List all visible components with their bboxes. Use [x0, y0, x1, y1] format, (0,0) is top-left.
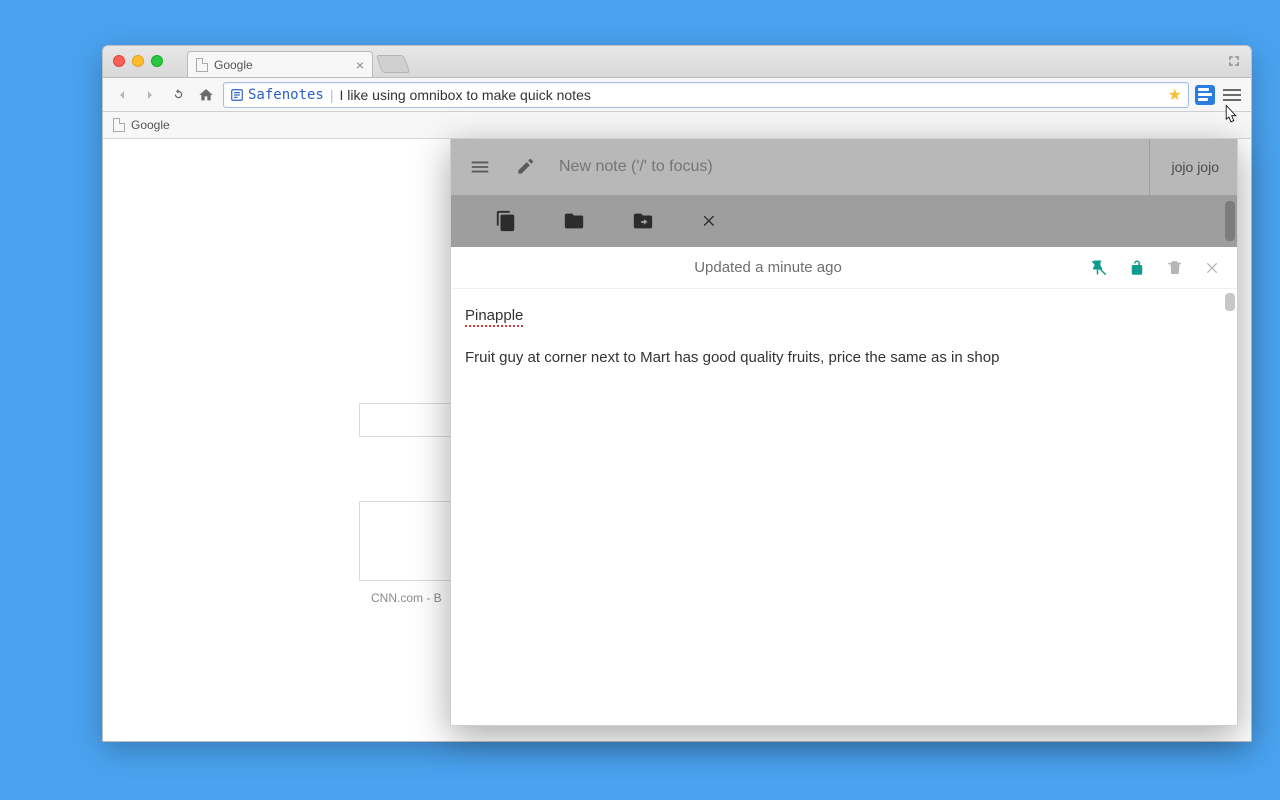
- menu-icon[interactable]: [469, 156, 491, 178]
- window-controls: [113, 55, 163, 67]
- browser-toolbar: Safenotes | I like using omnibox to make…: [103, 78, 1251, 112]
- thumbnail-caption: CNN.com - B: [371, 591, 442, 605]
- fullscreen-icon[interactable]: [1227, 54, 1241, 68]
- omnibox-typed-text: I like using omnibox to make quick notes: [340, 87, 1162, 103]
- omnibox-separator: |: [330, 87, 334, 103]
- safenotes-popup: jojo jojo Updated a minute ago Pinapple …: [450, 138, 1238, 726]
- bookmarks-bar: Google: [103, 112, 1251, 139]
- home-button[interactable]: [195, 84, 217, 106]
- forward-button[interactable]: [139, 84, 161, 106]
- reload-button[interactable]: [167, 84, 189, 106]
- hamburger-icon: [1223, 89, 1241, 101]
- maximize-window-button[interactable]: [151, 55, 163, 67]
- note-title: Pinapple: [465, 307, 523, 327]
- username-label[interactable]: jojo jojo: [1149, 139, 1219, 195]
- page-icon: [196, 58, 208, 72]
- scrollbar-thumb[interactable]: [1225, 293, 1235, 311]
- unpin-icon[interactable]: [1089, 258, 1109, 278]
- note-icon: [230, 88, 244, 102]
- panel-header: jojo jojo: [451, 139, 1237, 195]
- edit-icon[interactable]: [515, 157, 535, 177]
- back-button[interactable]: [111, 84, 133, 106]
- new-note-input[interactable]: [559, 158, 859, 176]
- close-tab-button[interactable]: ×: [356, 57, 364, 73]
- note-text: Fruit guy at corner next to Mart has goo…: [465, 349, 1223, 366]
- minimize-window-button[interactable]: [132, 55, 144, 67]
- close-icon[interactable]: [701, 212, 719, 230]
- tab-strip: Google ×: [103, 46, 1251, 78]
- browser-tab[interactable]: Google ×: [187, 51, 373, 77]
- note-editor[interactable]: Pinapple Fruit guy at corner next to Mar…: [451, 289, 1237, 725]
- new-tab-button[interactable]: [376, 55, 411, 73]
- delete-icon[interactable]: [1165, 258, 1185, 278]
- page-icon: [113, 118, 125, 132]
- safenotes-extension-icon[interactable]: [1195, 85, 1215, 105]
- omnibox-extension-name: Safenotes: [248, 87, 324, 103]
- copy-icon[interactable]: [495, 210, 517, 232]
- note-status-row: Updated a minute ago: [451, 247, 1237, 289]
- bookmark-item[interactable]: Google: [131, 118, 170, 132]
- close-window-button[interactable]: [113, 55, 125, 67]
- omnibox-extension-chip: Safenotes: [230, 87, 324, 103]
- tab-title: Google: [214, 58, 253, 72]
- move-folder-icon[interactable]: [631, 210, 655, 232]
- bookmark-star-icon[interactable]: ★: [1168, 85, 1182, 105]
- cursor-icon: [1220, 102, 1242, 128]
- unlock-icon[interactable]: [1127, 258, 1147, 278]
- close-note-icon[interactable]: [1203, 258, 1223, 278]
- panel-folder-toolbar: [451, 195, 1237, 247]
- updated-timestamp: Updated a minute ago: [465, 259, 1071, 276]
- scrollbar-thumb[interactable]: [1225, 201, 1235, 241]
- omnibox[interactable]: Safenotes | I like using omnibox to make…: [223, 82, 1189, 108]
- folder-icon[interactable]: [563, 210, 585, 232]
